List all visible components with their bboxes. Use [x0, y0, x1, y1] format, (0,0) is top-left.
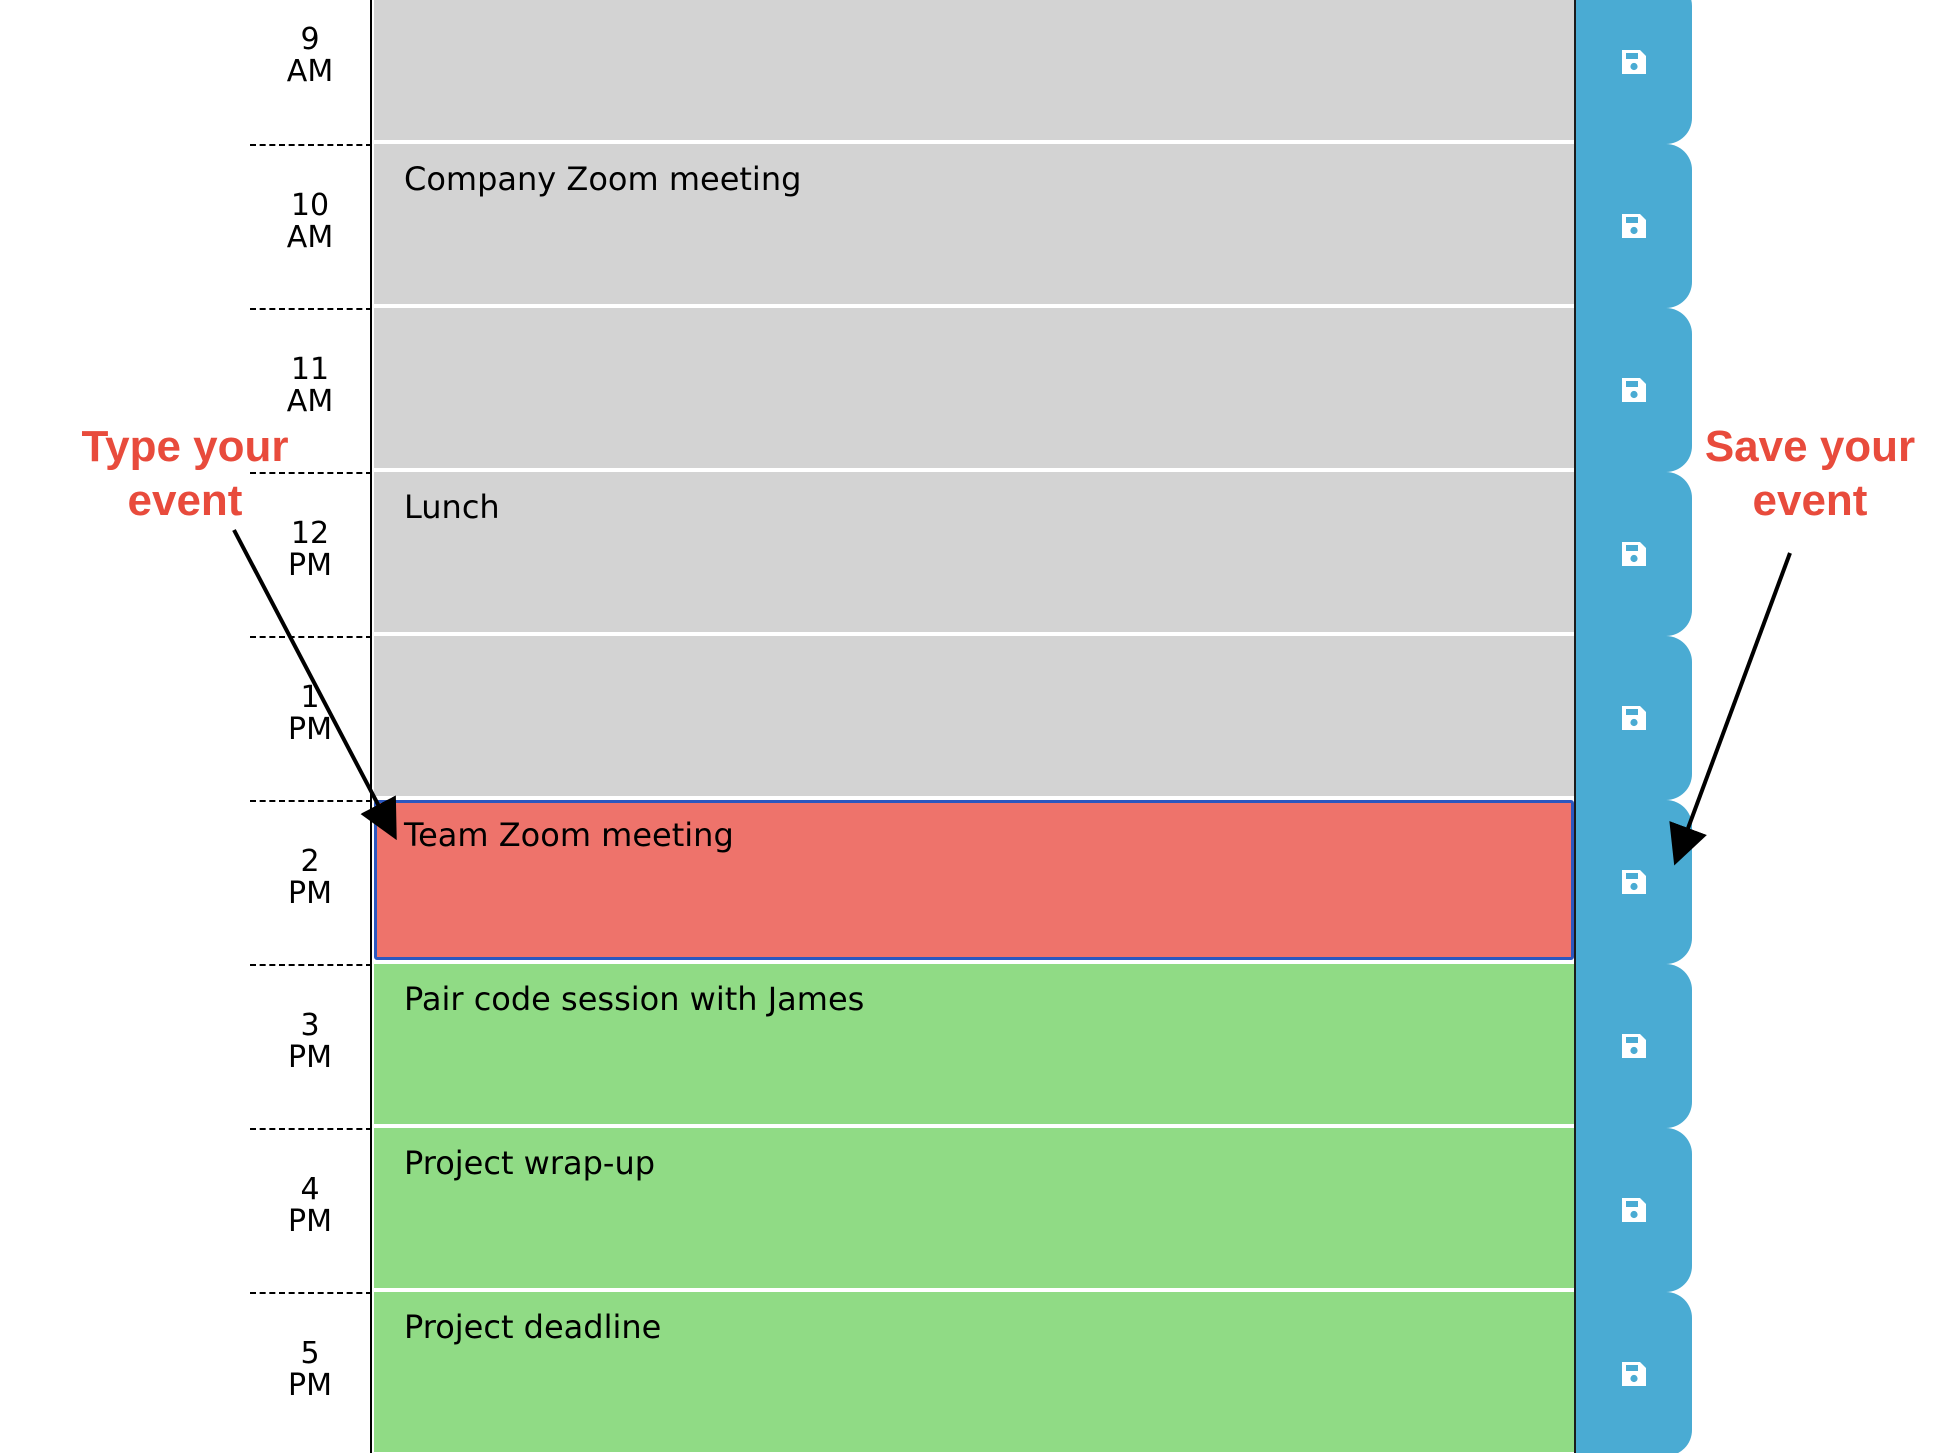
save-event-arrow [1669, 552, 1792, 866]
type-event-arrow [232, 529, 397, 841]
scheduler-page: 9 AM 10 AM Company Zoom meeting 11 AM 12 PM Lunch… [0, 0, 1946, 1453]
annotation-arrows [232, 529, 1792, 866]
